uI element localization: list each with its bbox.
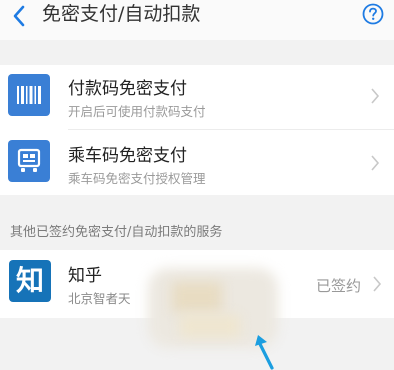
blurred-region <box>180 315 240 337</box>
help-button[interactable] <box>362 3 384 25</box>
barcode-icon <box>8 74 50 116</box>
section-header: 其他已签约免密支付/自动扣款的服务 <box>10 225 223 240</box>
status-label: 已签约 <box>316 277 362 295</box>
chevron-left-icon <box>13 5 25 27</box>
blurred-region <box>172 282 222 312</box>
row-divider <box>68 129 394 130</box>
row-subtitle: 乘车码免密支付授权管理 <box>68 171 206 186</box>
bus-card-icon <box>8 140 50 182</box>
chevron-right-icon <box>371 155 380 171</box>
payment-code-row[interactable]: 付款码免密支付 开启后可使用付款码支付 <box>0 65 394 126</box>
row-subtitle: 开启后可使用付款码支付 <box>68 104 206 119</box>
row-subtitle: 北京智者天 <box>68 291 131 306</box>
chevron-right-icon <box>373 276 382 292</box>
question-circle-icon <box>362 3 384 25</box>
payment-services-card: 付款码免密支付 开启后可使用付款码支付 乘车码免密支付 乘车码免密支付授权管理 <box>0 65 394 195</box>
pointer-arrow-icon <box>255 335 274 370</box>
row-title: 乘车码免密支付 <box>68 146 187 166</box>
transit-code-row[interactable]: 乘车码免密支付 乘车码免密支付授权管理 <box>0 131 394 192</box>
zhihu-logo: 知 <box>9 260 51 302</box>
page-title: 免密支付/自动扣款 <box>42 3 201 25</box>
logo-text: 知 <box>15 264 44 297</box>
back-button[interactable] <box>10 4 28 28</box>
row-title: 付款码免密支付 <box>68 79 187 99</box>
chevron-right-icon <box>371 88 380 104</box>
header-bar: 免密支付/自动扣款 <box>0 0 394 40</box>
row-title: 知乎 <box>68 266 102 286</box>
